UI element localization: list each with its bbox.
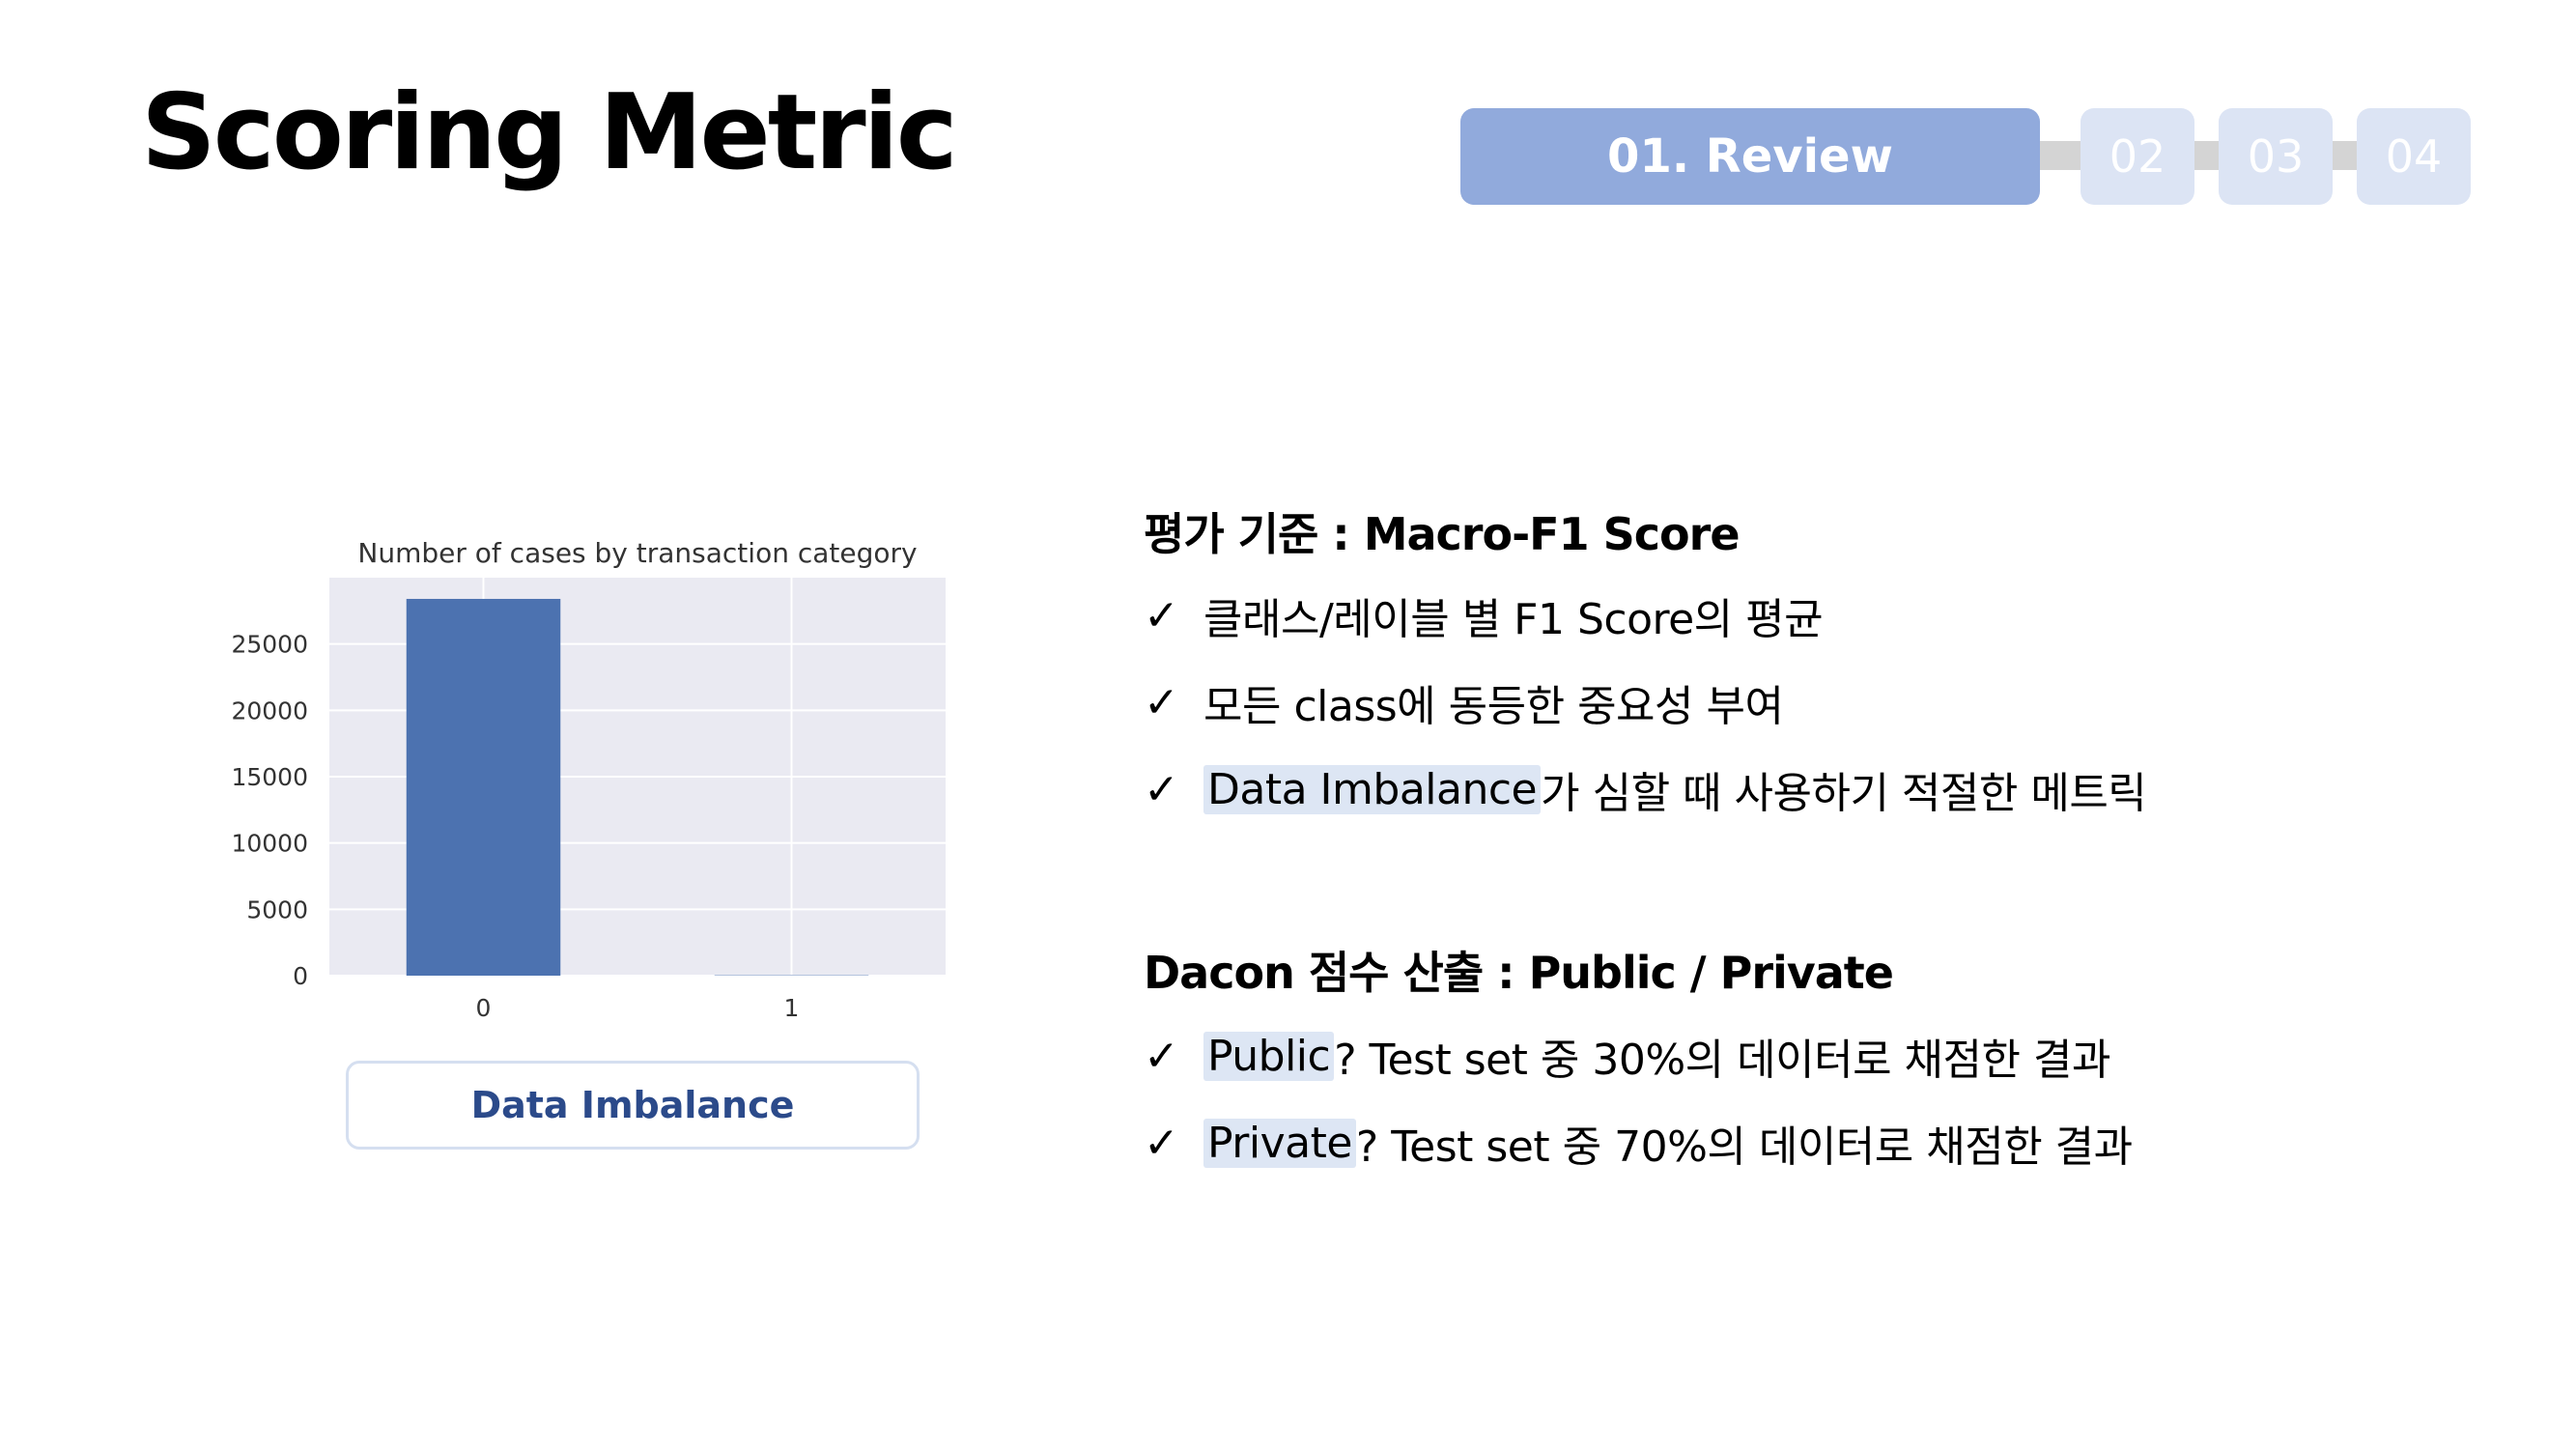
- y-tick-label: 5000: [246, 895, 308, 923]
- highlight-text: Public: [1203, 1031, 1335, 1081]
- check-icon: ✓: [1144, 1118, 1179, 1168]
- nav-step-04[interactable]: 04: [2357, 108, 2471, 205]
- criteria-text: 클래스/레이블 별 F1 Score의 평균: [1203, 595, 1824, 644]
- criteria-item: ✓ 클래스/레이블 별 F1 Score의 평균: [1144, 572, 2146, 659]
- chart-title: Number of cases by transaction category: [357, 537, 917, 569]
- criteria-heading: 평가 기준 : Macro-F1 Score: [1144, 508, 1741, 560]
- x-tick-label: 0: [476, 994, 492, 1022]
- nav-step-01[interactable]: 01. Review: [1460, 108, 2040, 205]
- y-tick-label: 0: [293, 962, 308, 990]
- nav-step-02[interactable]: 02: [2081, 108, 2194, 205]
- slide-title: Scoring Metric: [141, 72, 958, 193]
- highlight-text: Data Imbalance: [1203, 764, 1542, 814]
- scoring-item: ✓ Private? Test set 중 70%의 데이터로 채점한 결과: [1144, 1099, 2133, 1186]
- x-tick-label: 1: [784, 994, 800, 1022]
- check-icon: ✓: [1144, 590, 1179, 640]
- chart-caption: Data Imbalance: [346, 1061, 920, 1150]
- criteria-item: ✓ 모든 class에 동등한 중요성 부여: [1144, 659, 2146, 746]
- y-tick-label: 20000: [231, 696, 308, 724]
- scoring-item: ✓ Public? Test set 중 30%의 데이터로 채점한 결과: [1144, 1012, 2133, 1099]
- y-tick-label: 25000: [231, 631, 308, 659]
- scoring-heading: Dacon 점수 산출 : Public / Private: [1144, 947, 1894, 999]
- scoring-section: Dacon 점수 산출 : Public / Private ✓ Public?…: [1144, 951, 2133, 1186]
- y-tick-label: 10000: [231, 830, 308, 858]
- plot-background: [329, 578, 946, 976]
- progress-nav: 01. Review 02 03 04: [1460, 108, 2471, 209]
- criteria-text: 가 심할 때 사용하기 적절한 메트릭: [1541, 769, 2147, 818]
- highlight-text: Private: [1203, 1118, 1356, 1168]
- criteria-section: 평가 기준 : Macro-F1 Score ✓ 클래스/레이블 별 F1 Sc…: [1144, 508, 2147, 833]
- scoring-text: ? Test set 중 70%의 데이터로 채점한 결과: [1355, 1122, 2133, 1172]
- y-tick-label: 15000: [231, 763, 308, 791]
- check-icon: ✓: [1144, 764, 1179, 814]
- criteria-text: 모든 class에 동등한 중요성 부여: [1203, 682, 1784, 731]
- criteria-item: ✓ Data Imbalance 가 심할 때 사용하기 적절한 메트릭: [1144, 746, 2147, 833]
- check-icon: ✓: [1144, 1031, 1179, 1081]
- scoring-text: ? Test set 중 30%의 데이터로 채점한 결과: [1334, 1036, 2110, 1085]
- check-icon: ✓: [1144, 677, 1179, 727]
- bar-category-0: [406, 598, 561, 976]
- nav-step-03[interactable]: 03: [2219, 108, 2333, 205]
